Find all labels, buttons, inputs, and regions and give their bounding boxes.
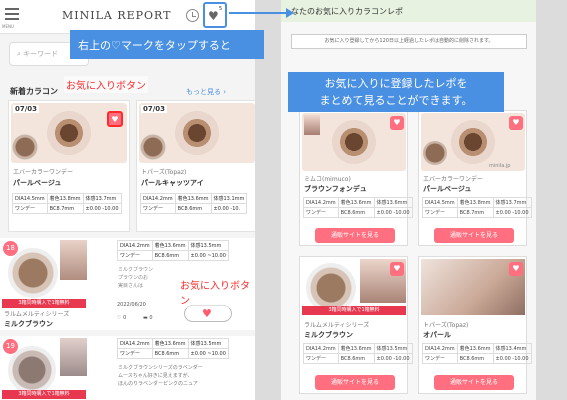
- annotation-description: お気に入りに登録したレポを まとめて見ることができます。: [288, 72, 504, 112]
- spec-table: DIA14.2mm 着色13.6mm 体感13.5mm ワンデー BC8.6mm ±0.…: [117, 240, 229, 261]
- card-name: パールキャッツアイ: [141, 179, 204, 187]
- lens-image: [8, 346, 56, 394]
- section-title: 新着カラコン: [10, 87, 58, 96]
- card-brand: トパーズ(Topaz): [141, 169, 187, 176]
- favorites-title: なたのお気に入りカラコンレポ: [281, 0, 536, 22]
- model-thumbnail: [304, 115, 320, 135]
- favorite-heart-button[interactable]: ♥: [509, 262, 523, 276]
- favorite-heart-button[interactable]: ♥: [390, 262, 404, 276]
- comment-count[interactable]: ▬ 0: [143, 315, 153, 321]
- card-author: ラルムメルティシリーズ: [304, 322, 370, 329]
- spec-table: DIA14.2mm 着色13.6mm 体感13.6mm ワンデー BC8.6mm ±0.…: [303, 197, 413, 218]
- series-name: ラルムメルティシリーズ: [4, 311, 70, 318]
- shop-site-button[interactable]: 通販サイトを見る: [315, 375, 395, 390]
- ranking-item[interactable]: 19 3箱同時購入で1箱無料 DIA14.2mm 着色13.6mm 体感13.5mm…: [0, 336, 255, 400]
- card-name: オパール: [423, 331, 451, 339]
- spec-table: DIA14.2mm 着色13.6mm 体感13.5mm ワンデー BC8.6mm ±0.…: [117, 338, 229, 359]
- model-photo: [60, 240, 87, 280]
- comment-icon: ▬: [143, 315, 148, 321]
- model-photo: [60, 338, 87, 376]
- lens-image: [8, 248, 58, 298]
- promo-banner: 3箱同時購入で1箱無料: [2, 299, 86, 308]
- annotation-arrow-line: [229, 12, 289, 14]
- favorite-card[interactable]: ♥ 3箱同時購入で1箱無料 ラルムメルティシリーズ ミルクブラウン DIA14.…: [299, 256, 413, 394]
- promo-banner: 3箱同時購入で1箱無料: [302, 306, 406, 315]
- favorite-heart-button[interactable]: ♥: [509, 116, 523, 130]
- spec-table: DIA14.5mm 着色13.8mm 体感13.7mm ワンデー BC8.7mm ±0.…: [422, 197, 532, 218]
- annotation-fav-button: お気に入りボタン: [64, 76, 148, 93]
- card-name: ブラウンフォンデュ: [304, 185, 367, 193]
- card-date: 07/03: [13, 105, 40, 113]
- lens-image: [423, 141, 447, 165]
- fav-count-badge: 5: [219, 6, 223, 12]
- review-snippet: ミルクブラウンシリーズのラベンダー ムースちゃん好きに見えますが、 ほんのりラベ…: [118, 365, 203, 387]
- annotation-tap-instruction: 右上の♡マークをタップすると: [70, 30, 264, 59]
- card-author: トパーズ(Topaz): [423, 322, 469, 329]
- favorite-heart-button[interactable]: ♥: [390, 116, 404, 130]
- photo-caption: minila.jp: [489, 163, 511, 169]
- annotation-fav-button: お気に入りボタン: [178, 276, 255, 308]
- report-card[interactable]: 07/03 トパーズ(Topaz) パールキャッツアイ DIA14.2mm 着色1…: [136, 100, 255, 232]
- phone-screen: MENU MINILA REPORT ♥ 5 ⌕ キーワード 新着カラコン もっ…: [0, 0, 255, 400]
- product-name: ミルクブラウン: [4, 320, 53, 328]
- spec-table: DIA14.2mm 着色13.6mm 体感13.1mm ワンデー BC8.6mm ±0.…: [140, 193, 248, 214]
- post-date: 2022/06/20: [117, 302, 146, 308]
- favorite-card[interactable]: ♥ ミムコ(mimuco) ブラウンフォンデュ DIA14.2mm 着色13.6m…: [299, 110, 413, 246]
- spec-table: DIA14.2mm 着色13.6mm 体感13.4mm ワンデー BC8.6mm ±0.…: [422, 343, 532, 364]
- like-count[interactable]: ♡ 0: [117, 315, 126, 321]
- heart-icon: ♥: [208, 9, 219, 23]
- shop-site-button[interactable]: 通販サイトを見る: [434, 228, 514, 243]
- shop-site-button[interactable]: 通販サイトを見る: [315, 228, 395, 243]
- auto-delete-notice: お気に入り登録してから120日以上経過したレポは自動的に削除されます。: [291, 34, 527, 49]
- card-brand: エバーカラーワンデー: [13, 169, 74, 176]
- promo-banner: 3箱同時購入で1箱無料: [2, 390, 86, 399]
- favorites-button[interactable]: ♥ 5: [203, 2, 227, 28]
- favorite-card[interactable]: ♥ minila.jp エバーカラーワンデー パールベージュ DIA14.5mm…: [418, 110, 532, 246]
- favorite-heart-button[interactable]: ♥: [107, 111, 123, 127]
- lens-image: [12, 134, 38, 160]
- spec-table: DIA14.2mm 着色13.6mm 体感13.5mm ワンデー BC8.6mm ±0.…: [303, 343, 413, 364]
- history-icon[interactable]: [186, 9, 199, 22]
- more-link[interactable]: もっと見る ›: [186, 87, 226, 97]
- heart-outline-icon: ♡: [117, 315, 122, 321]
- lens-image: [140, 134, 166, 160]
- annotation-arrow-head: [286, 8, 294, 18]
- card-author: ミムコ(mimuco): [304, 176, 351, 183]
- app-header: MENU MINILA REPORT ♥ 5: [0, 0, 255, 34]
- menu-icon[interactable]: [5, 8, 19, 21]
- card-name: パールベージュ: [13, 179, 62, 187]
- shop-site-button[interactable]: 通販サイトを見る: [434, 375, 514, 390]
- card-name: ミルクブラウン: [304, 331, 353, 339]
- card-author: エバーカラーワンデー: [423, 176, 484, 183]
- card-date: 07/03: [141, 105, 168, 113]
- favorite-card[interactable]: ♥ トパーズ(Topaz) オパール DIA14.2mm 着色13.6mm 体感13…: [418, 256, 532, 394]
- report-card[interactable]: 07/03 ♥ エバーカラーワンデー パールベージュ DIA14.5mm 着色13…: [8, 100, 130, 232]
- menu-label: MENU: [2, 24, 14, 29]
- heart-icon: ♥: [202, 307, 212, 320]
- card-name: パールベージュ: [423, 185, 472, 193]
- app-title: MINILA REPORT: [62, 9, 172, 22]
- spec-table: DIA14.5mm 着色13.8mm 体感13.7mm ワンデー BC8.7mm ±0.…: [12, 193, 122, 214]
